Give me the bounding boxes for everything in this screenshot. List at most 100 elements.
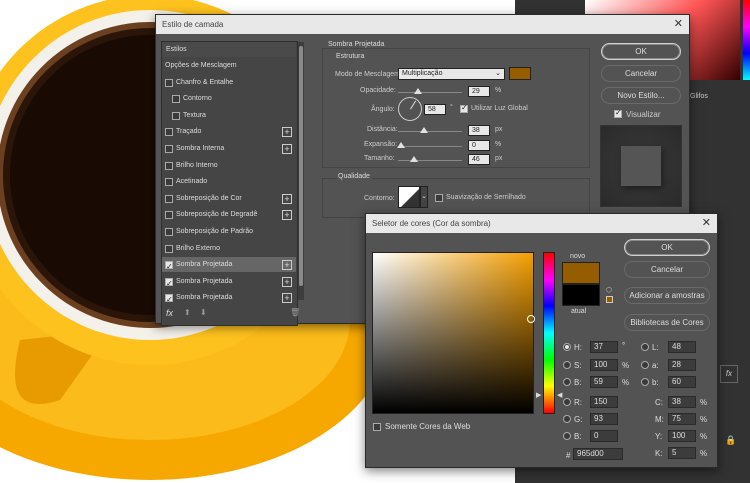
color-field-cursor[interactable] — [527, 315, 535, 323]
web-safe-swatch[interactable] — [606, 296, 613, 303]
radio-g[interactable] — [563, 415, 571, 423]
field-g[interactable]: 93 — [590, 413, 618, 425]
radio-a[interactable] — [641, 361, 649, 369]
radio-h[interactable] — [563, 343, 571, 351]
color-libraries-button[interactable]: Bibliotecas de Cores — [624, 314, 710, 331]
hex-field[interactable]: 965d00 — [573, 448, 623, 460]
add-style-icon[interactable]: + — [282, 193, 292, 204]
current-color-swatch[interactable] — [562, 284, 600, 306]
size-slider-knob[interactable] — [410, 156, 418, 162]
style-list-item[interactable]: Textura — [162, 108, 296, 124]
add-to-swatches-button[interactable]: Adicionar a amostras — [624, 287, 710, 304]
field-m[interactable]: 75 — [668, 413, 696, 425]
ok-button[interactable]: OK — [624, 239, 710, 256]
fx-icon[interactable]: fx — [720, 365, 738, 383]
hue-slider-arrow-right[interactable]: ◀ — [557, 391, 562, 399]
angle-field[interactable]: 58 — [424, 104, 446, 115]
styles-header[interactable]: Estilos — [162, 42, 296, 58]
radio-r[interactable] — [563, 398, 571, 406]
style-list-item[interactable]: Acetinado — [162, 174, 296, 191]
add-style-icon[interactable]: + — [282, 210, 292, 221]
style-checkbox[interactable] — [165, 276, 173, 292]
color-field[interactable] — [372, 252, 535, 414]
spread-field[interactable]: 0 — [468, 140, 490, 151]
contour-preview[interactable] — [398, 186, 420, 208]
add-style-icon[interactable]: + — [282, 127, 292, 138]
style-list-item[interactable]: Sombra Interna + — [162, 141, 296, 157]
distance-slider-knob[interactable] — [420, 127, 428, 133]
tab-glyphs[interactable]: Glifos — [690, 93, 708, 100]
close-icon[interactable]: ✕ — [702, 214, 711, 233]
style-checkbox[interactable] — [165, 178, 173, 187]
opacity-field[interactable]: 29 — [468, 86, 490, 97]
style-checkbox[interactable] — [165, 211, 173, 220]
distance-slider[interactable] — [398, 131, 462, 132]
style-checkbox[interactable] — [165, 145, 173, 153]
field-bb[interactable]: 0 — [590, 430, 618, 442]
style-checkbox[interactable] — [165, 292, 173, 308]
field-a[interactable]: 28 — [668, 359, 696, 371]
field-lab-b[interactable]: 60 — [668, 376, 696, 388]
style-list-item[interactable]: Sombra Projetada + — [162, 257, 296, 275]
add-style-icon[interactable]: + — [282, 276, 292, 287]
style-checkbox[interactable] — [172, 111, 180, 120]
styles-scrollbar[interactable] — [298, 42, 304, 300]
spread-slider[interactable] — [398, 146, 462, 147]
style-list-item[interactable]: Brilho Interno — [162, 158, 296, 174]
style-checkbox[interactable] — [165, 228, 173, 236]
style-list-item[interactable]: Brilho Externo — [162, 241, 296, 257]
field-h[interactable]: 37 — [590, 341, 618, 353]
size-field[interactable]: 46 — [468, 154, 490, 165]
add-style-icon[interactable]: + — [282, 144, 292, 154]
style-checkbox[interactable] — [165, 78, 173, 87]
cancel-button[interactable]: Cancelar — [601, 65, 681, 82]
style-checkbox[interactable] — [165, 244, 173, 253]
field-y[interactable]: 100 — [668, 430, 696, 442]
new-style-button[interactable]: Novo Estilo... — [601, 87, 681, 104]
style-checkbox[interactable] — [165, 161, 173, 170]
style-checkbox[interactable] — [165, 128, 173, 137]
preview-checkbox[interactable] — [614, 108, 622, 118]
radio-lab-b[interactable] — [641, 378, 649, 386]
cube-icon[interactable]: ⬡ — [606, 286, 612, 294]
style-list-item[interactable]: Sobreposição de Degradê + — [162, 207, 296, 224]
move-down-icon[interactable]: ⬇ — [200, 308, 207, 317]
field-c[interactable]: 38 — [668, 396, 696, 408]
field-l[interactable]: 48 — [668, 341, 696, 353]
style-list-item[interactable]: Traçado + — [162, 124, 296, 141]
radio-l[interactable] — [641, 343, 649, 351]
style-checkbox[interactable] — [172, 95, 180, 104]
chevron-down-icon[interactable]: ⌄ — [420, 186, 428, 208]
lock-icon[interactable]: 🔒 — [725, 435, 736, 446]
trash-icon[interactable]: 🗑 — [290, 308, 300, 317]
style-list-item[interactable]: Sombra Projetada + — [162, 290, 296, 308]
ok-button[interactable]: OK — [601, 43, 681, 60]
radio-b[interactable] — [563, 378, 571, 386]
global-light-checkbox[interactable] — [460, 103, 468, 113]
radio-bb[interactable] — [563, 432, 571, 440]
distance-field[interactable]: 38 — [468, 125, 490, 136]
style-checkbox[interactable] — [165, 259, 173, 275]
web-only-checkbox[interactable] — [373, 423, 381, 431]
angle-dial[interactable] — [398, 97, 422, 121]
blend-mode-select[interactable]: Multiplicação ⌄ — [398, 68, 505, 80]
antialias-checkbox[interactable] — [435, 194, 443, 202]
shadow-color-swatch[interactable] — [509, 67, 531, 80]
add-style-icon[interactable]: + — [282, 293, 292, 304]
radio-s[interactable] — [563, 361, 571, 369]
opacity-slider-knob[interactable] — [414, 88, 422, 94]
style-list-item[interactable]: Opções de Mesclagem — [162, 58, 296, 74]
style-list-item[interactable]: Sobreposição de Padrão — [162, 224, 296, 240]
style-list-item[interactable]: Sombra Projetada + — [162, 274, 296, 292]
style-checkbox[interactable] — [165, 194, 173, 203]
style-list-item[interactable]: Contorno — [162, 91, 296, 108]
style-list-item[interactable]: Chanfro & Entalhe — [162, 75, 296, 91]
field-r[interactable]: 150 — [590, 396, 618, 408]
opacity-slider[interactable] — [398, 92, 462, 93]
size-slider[interactable] — [398, 160, 462, 161]
hue-slider-arrow-left[interactable]: ▶ — [536, 391, 541, 399]
field-k[interactable]: 5 — [668, 447, 696, 459]
style-list-item[interactable]: Sobreposição de Cor + — [162, 191, 296, 207]
hue-slider[interactable] — [543, 252, 555, 414]
move-up-icon[interactable]: ⬆ — [184, 308, 191, 317]
